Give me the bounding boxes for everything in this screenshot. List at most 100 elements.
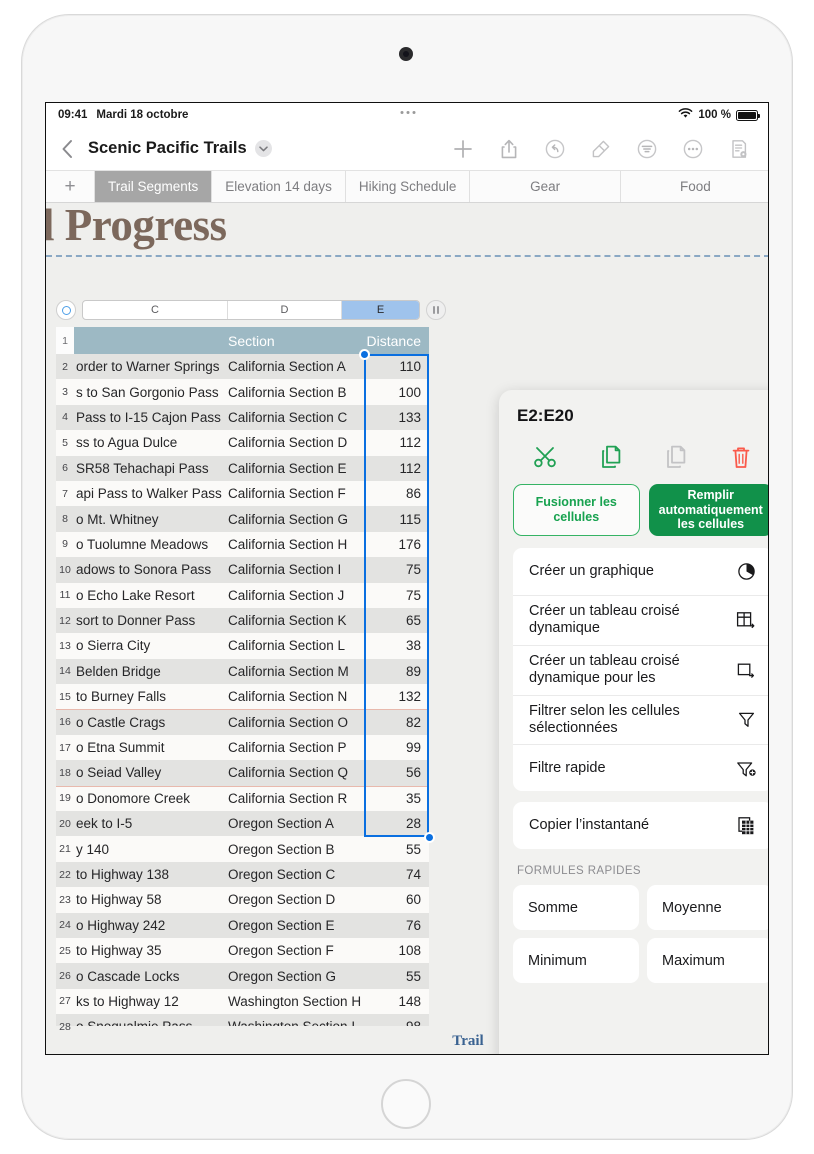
- plus-icon[interactable]: [440, 127, 486, 171]
- row-number[interactable]: 24: [56, 919, 74, 931]
- table-row[interactable]: 8o Mt. Whitney California Section G 115: [56, 506, 429, 532]
- row-number[interactable]: 20: [56, 818, 74, 830]
- cell-distance[interactable]: 82: [365, 715, 429, 730]
- table-row[interactable]: 5 ss to Agua Dulce California Section D 112: [56, 430, 429, 456]
- row-number[interactable]: 17: [56, 742, 74, 754]
- merge-cells-button[interactable]: Fusionner les cellules: [513, 484, 640, 536]
- cell-section[interactable]: California Section M: [228, 664, 365, 679]
- cell-distance[interactable]: 176: [365, 537, 429, 552]
- cell-section[interactable]: Oregon Section C: [228, 867, 365, 882]
- row-number[interactable]: 8: [56, 513, 74, 525]
- cell-section[interactable]: California Section B: [228, 385, 365, 400]
- cell-distance[interactable]: 132: [365, 689, 429, 704]
- select-all-icon[interactable]: [56, 300, 76, 320]
- cell-section[interactable]: California Section N: [228, 689, 365, 704]
- table-row[interactable]: 21 y 140 Oregon Section B 55: [56, 836, 429, 862]
- selection-handle-bottom-right[interactable]: [424, 832, 435, 843]
- cell-distance[interactable]: 112: [365, 461, 429, 476]
- menu-item-create-pivot-for-selection[interactable]: Créer un tableau croisé dynamique pour l…: [513, 644, 768, 695]
- cell-distance[interactable]: 65: [365, 613, 429, 628]
- table-row[interactable]: 20 eek to I-5 Oregon Section A 28: [56, 811, 429, 837]
- cell-section[interactable]: Oregon Section E: [228, 918, 365, 933]
- cell-name[interactable]: o Highway 242: [74, 918, 228, 933]
- cell-section[interactable]: California Section A: [228, 359, 365, 374]
- copy-icon[interactable]: [578, 442, 643, 472]
- menu-item-create-pivot-table[interactable]: Créer un tableau croisé dynamique: [513, 595, 768, 645]
- table-row[interactable]: 27 ks to Highway 12 Washington Section H 14…: [56, 988, 429, 1015]
- cell-distance[interactable]: 74: [365, 867, 429, 882]
- column-button-e[interactable]: E: [342, 301, 419, 319]
- cell-name[interactable]: api Pass to Walker Pass: [74, 486, 228, 501]
- row-number[interactable]: 21: [56, 843, 74, 855]
- cell-section[interactable]: California Section I: [228, 562, 365, 577]
- cell-name[interactable]: ks to Highway 12: [74, 994, 228, 1009]
- table-row[interactable]: 11 o Echo Lake Resort California Section J…: [56, 582, 429, 608]
- cell-section[interactable]: Oregon Section D: [228, 892, 365, 907]
- cell-distance[interactable]: 75: [365, 588, 429, 603]
- cell-distance[interactable]: 100: [365, 385, 429, 400]
- row-number[interactable]: 23: [56, 894, 74, 906]
- cell-name[interactable]: o Sierra City: [74, 638, 228, 653]
- cell-distance[interactable]: 108: [365, 943, 429, 958]
- cut-icon[interactable]: [513, 442, 578, 472]
- selection-handle-top-left[interactable]: [359, 349, 370, 360]
- autofill-cells-button[interactable]: Remplir automatiquement les cellules: [648, 484, 768, 536]
- cell-distance[interactable]: 110: [365, 359, 429, 374]
- cell-section[interactable]: Oregon Section G: [228, 969, 365, 984]
- cell-section[interactable]: California Section Q: [228, 765, 365, 780]
- row-number[interactable]: 15: [56, 691, 74, 703]
- cell-name[interactable]: o Echo Lake Resort: [74, 588, 228, 603]
- cell-distance[interactable]: 99: [365, 740, 429, 755]
- row-number[interactable]: 26: [56, 970, 74, 982]
- cell-section[interactable]: California Section O: [228, 715, 365, 730]
- ellipsis-circle-icon[interactable]: [670, 127, 716, 171]
- cell-name[interactable]: eek to I-5: [74, 816, 228, 831]
- sheet-tab-hiking-schedule[interactable]: Hiking Schedule: [344, 171, 470, 202]
- column-button-c[interactable]: C: [83, 301, 228, 319]
- cell-section[interactable]: California Section K: [228, 613, 365, 628]
- cell-name[interactable]: to Highway 35: [74, 943, 228, 958]
- filter-lines-icon[interactable]: [624, 127, 670, 171]
- cell-distance[interactable]: 35: [365, 791, 429, 806]
- formula-maximum[interactable]: Maximum: [647, 938, 768, 984]
- cell-name[interactable]: Belden Bridge: [74, 664, 228, 679]
- cell-name[interactable]: y 140: [74, 842, 228, 857]
- cell-name[interactable]: to Highway 58: [74, 892, 228, 907]
- row-number[interactable]: 11: [56, 589, 74, 601]
- cell-name[interactable]: o Mt. Whitney: [74, 512, 228, 527]
- cell-distance[interactable]: 115: [365, 512, 429, 527]
- cell-name[interactable]: adows to Sonora Pass: [74, 562, 228, 577]
- table-row[interactable]: 22 to Highway 138 Oregon Section C 74: [56, 861, 429, 888]
- menu-item-filter-selected-cells[interactable]: Filtrer selon les cellules sélectionnées: [513, 694, 768, 745]
- row-number[interactable]: 2: [56, 361, 74, 373]
- row-number[interactable]: 7: [56, 488, 74, 500]
- cell-distance[interactable]: 75: [365, 562, 429, 577]
- table-row[interactable]: 14 Belden Bridge California Section M 89: [56, 658, 429, 685]
- table-row[interactable]: 15 to Burney Falls California Section N 13…: [56, 684, 429, 710]
- sheet-tab-trail-segments[interactable]: Trail Segments: [94, 171, 212, 202]
- cell-name[interactable]: s to San Gorgonio Pass: [74, 385, 228, 400]
- paintbrush-icon[interactable]: [578, 127, 624, 171]
- formula-somme[interactable]: Somme: [513, 885, 639, 931]
- cell-distance[interactable]: 86: [365, 486, 429, 501]
- cell-distance[interactable]: 56: [365, 765, 429, 780]
- cell-section[interactable]: California Section R: [228, 791, 365, 806]
- sheet-tab-elevation[interactable]: Elevation 14 days: [211, 171, 345, 202]
- cell-distance[interactable]: 148: [365, 994, 429, 1009]
- cell-section[interactable]: California Section F: [228, 486, 365, 501]
- cell-name[interactable]: o Cascade Locks: [74, 969, 228, 984]
- table-row[interactable]: 18 o Seiad Valley California Section Q 56: [56, 760, 429, 786]
- table-row[interactable]: 6 SR58 Tehachapi Pass California Section …: [56, 455, 429, 481]
- cell-name[interactable]: SR58 Tehachapi Pass: [74, 461, 228, 476]
- table-row[interactable]: 2 order to Warner Springs California Secti…: [56, 354, 429, 380]
- cell-name[interactable]: to Burney Falls: [74, 689, 228, 704]
- cell-distance[interactable]: 76: [365, 918, 429, 933]
- cell-distance[interactable]: 133: [365, 410, 429, 425]
- cell-name[interactable]: order to Warner Springs: [74, 359, 228, 374]
- delete-icon[interactable]: [708, 442, 768, 472]
- table-row[interactable]: 12 sort to Donner Pass California Section …: [56, 607, 429, 634]
- cell-name[interactable]: o Seiad Valley: [74, 765, 228, 780]
- row-number[interactable]: 28: [56, 1021, 74, 1033]
- share-icon[interactable]: [486, 127, 532, 171]
- cell-section[interactable]: California Section L: [228, 638, 365, 653]
